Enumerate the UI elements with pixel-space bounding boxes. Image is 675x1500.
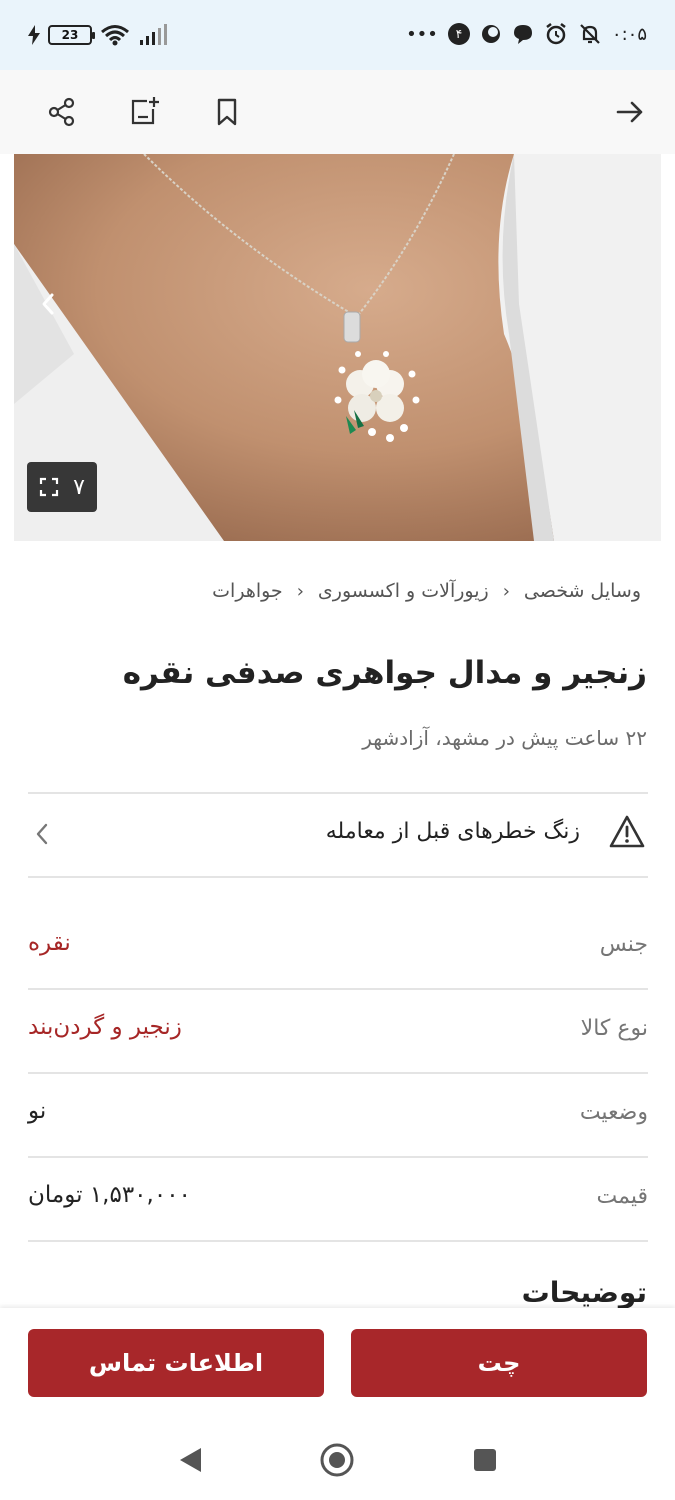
chevron-left-icon: ‹	[296, 580, 304, 602]
signal-icon	[140, 24, 167, 45]
necklace-photo	[14, 154, 661, 541]
battery-icon: 23	[48, 25, 95, 45]
chevron-left-icon	[36, 823, 48, 845]
attribute-value: زنجیر و گردن‌بند	[28, 1014, 182, 1040]
app-notification-icon	[481, 25, 500, 43]
charging-icon	[28, 25, 40, 45]
chevron-left-icon: ‹	[502, 580, 510, 602]
clock: ۰:۰۵	[611, 23, 647, 45]
breadcrumb: وسایل شخصی ‹ زیورآلات و اکسسوری ‹ جواهرا…	[212, 580, 641, 602]
divider	[28, 876, 648, 878]
risk-warning-row[interactable]: زنگ خطرهای قبل از معامله	[28, 794, 648, 876]
alarm-icon	[546, 23, 566, 45]
message-icon	[513, 25, 532, 44]
description-heading: توضیحات	[521, 1276, 647, 1309]
attribute-value: نو	[28, 1098, 47, 1124]
more-notifications-icon: •••	[406, 23, 438, 45]
gallery-count-button[interactable]: ۷	[27, 462, 97, 512]
nav-back-button[interactable]	[170, 1440, 210, 1480]
back-button[interactable]	[606, 88, 654, 136]
nav-recents-button[interactable]	[465, 1440, 505, 1480]
attribute-label: نوع کالا	[580, 1016, 648, 1041]
attribute-row-item-type: نوع کالا زنجیر و گردن‌بند	[28, 990, 648, 1072]
nav-home-button[interactable]	[317, 1440, 357, 1480]
bookmark-button[interactable]	[203, 88, 251, 136]
attribute-row-price: قیمت ۱,۵۳۰,۰۰۰ تومان	[28, 1158, 648, 1240]
fullscreen-icon	[39, 477, 59, 497]
status-right: ••• ۴ ۰:۰۵	[406, 22, 647, 46]
status-bar: 23 ••• ۴ ۰:۰۵	[0, 0, 675, 70]
contact-info-button[interactable]: اطلاعات تماس	[28, 1329, 324, 1397]
home-circle-icon	[320, 1443, 354, 1477]
battery-level: 23	[61, 28, 79, 42]
attribute-value: نقره	[28, 930, 71, 956]
share-button[interactable]	[38, 88, 86, 136]
price-value: ۱,۵۳۰,۰۰۰ تومان	[28, 1182, 191, 1208]
share-icon	[48, 97, 75, 127]
breadcrumb-item-jewelry-accessories[interactable]: زیورآلات و اکسسوری	[318, 580, 489, 602]
add-note-button[interactable]	[120, 88, 168, 136]
listing-time-location: ۲۲ ساعت پیش در مشهد، آزادشهر	[362, 726, 647, 750]
attribute-label: وضعیت	[579, 1100, 648, 1125]
bookmark-icon	[217, 98, 237, 126]
attribute-label: جنس	[599, 932, 648, 957]
attribute-label: قیمت	[596, 1184, 648, 1209]
breadcrumb-item-jewels[interactable]: جواهرات	[212, 580, 283, 602]
chevron-left-icon	[42, 293, 54, 315]
gallery-count: ۷	[73, 474, 85, 500]
chat-button[interactable]: چت	[351, 1329, 647, 1397]
listing-image[interactable]: ۷	[14, 154, 661, 541]
breadcrumb-item-personal-items[interactable]: وسایل شخصی	[524, 580, 641, 602]
image-previous-button[interactable]	[28, 284, 68, 324]
risk-warning-label: زنگ خطرهای قبل از معامله	[325, 819, 580, 844]
back-arrow-icon	[616, 101, 643, 123]
warning-triangle-icon	[609, 815, 645, 848]
wifi-icon	[101, 25, 129, 46]
add-note-icon	[131, 97, 159, 125]
attribute-row-condition: وضعیت نو	[28, 1074, 648, 1156]
square-recents-icon	[474, 1449, 496, 1471]
status-left: 23	[28, 24, 168, 46]
attribute-row-material: جنس نقره	[28, 906, 648, 988]
notification-badge: ۴	[447, 23, 470, 45]
divider	[28, 1240, 648, 1242]
system-nav-bar	[0, 1418, 675, 1500]
mute-bell-icon	[580, 24, 600, 44]
top-toolbar	[0, 70, 675, 154]
triangle-back-icon	[180, 1448, 201, 1472]
action-bar: اطلاعات تماس چت	[0, 1308, 675, 1418]
listing-title: زنجیر و مدال جواهری صدفی نقره	[122, 655, 647, 691]
